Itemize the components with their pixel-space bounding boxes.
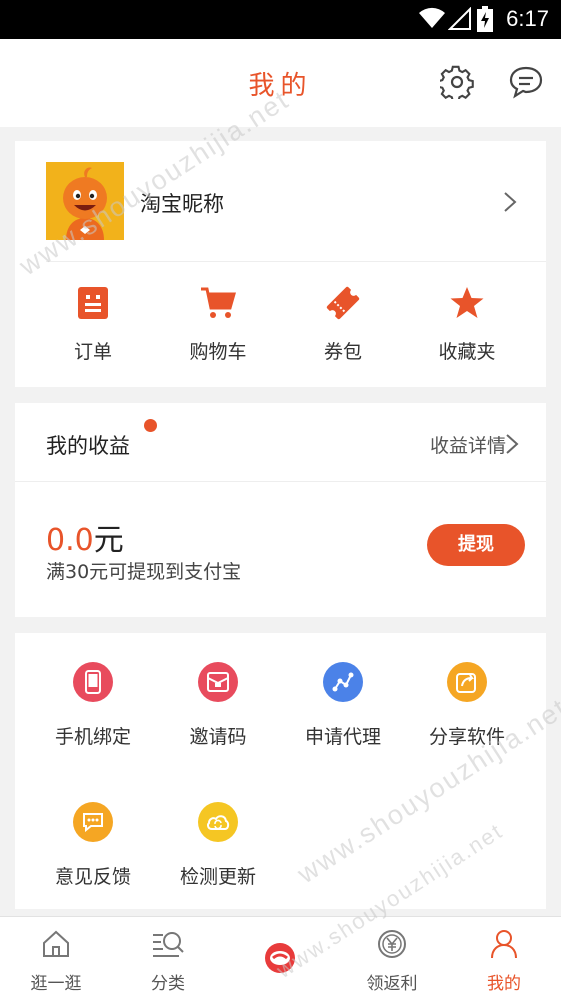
coupon-icon xyxy=(278,283,408,323)
tab-label: 分类 xyxy=(151,974,185,994)
tab-browse[interactable]: 逛一逛 xyxy=(0,917,112,999)
quick-link-label: 订单 xyxy=(73,341,112,363)
feedback-icon xyxy=(73,802,113,842)
tool-invite-code[interactable]: 邀请码 xyxy=(153,662,283,749)
earnings-card: 我的收益 收益详情 0.0元 满30元可提现到支付宝 提现 xyxy=(15,403,546,617)
earnings-amount-value: 0.0 xyxy=(46,523,94,558)
tool-label: 申请代理 xyxy=(304,726,381,748)
quick-link-label: 购物车 xyxy=(189,341,247,363)
earnings-detail-link[interactable]: 收益详情 xyxy=(430,431,506,458)
tool-label: 检测更新 xyxy=(179,866,256,888)
status-bar: 6:17 xyxy=(0,0,561,39)
battery-charging-icon xyxy=(477,6,493,36)
tools-card: 手机绑定 邀请码 申请代理 分享软件 意见反馈 检测更新 xyxy=(15,633,546,909)
divider xyxy=(15,481,546,482)
tool-label: 意见反馈 xyxy=(54,866,131,888)
gear-icon[interactable] xyxy=(437,65,474,103)
home-icon xyxy=(0,929,112,959)
quick-link-orders[interactable]: 订单 xyxy=(28,283,158,364)
search-list-icon xyxy=(112,929,224,959)
order-icon xyxy=(28,283,158,323)
wifi-icon xyxy=(418,6,446,34)
chevron-right-icon[interactable] xyxy=(503,191,517,217)
tool-label: 分享软件 xyxy=(428,726,505,748)
user-icon xyxy=(448,929,560,959)
notification-dot xyxy=(144,419,157,432)
message-icon[interactable] xyxy=(508,65,544,103)
tab-label: 领返利 xyxy=(366,974,418,994)
quick-link-favorites[interactable]: 收藏夹 xyxy=(402,283,532,364)
network-icon xyxy=(323,662,363,702)
tool-check-update[interactable]: 检测更新 xyxy=(153,802,283,889)
withdraw-button[interactable]: 提现 xyxy=(427,524,525,566)
chevron-right-icon[interactable] xyxy=(505,433,519,459)
earnings-amount-unit: 元 xyxy=(93,523,124,558)
yen-coin-icon xyxy=(336,929,448,959)
tool-phone-binding[interactable]: 手机绑定 xyxy=(28,662,158,749)
tab-center[interactable] xyxy=(224,917,336,999)
quick-link-coupons[interactable]: 券包 xyxy=(278,283,408,364)
refresh-cloud-icon xyxy=(198,802,238,842)
cell-signal-icon xyxy=(447,6,472,35)
tool-share-app[interactable]: 分享软件 xyxy=(402,662,532,749)
tab-mine[interactable]: 我的 xyxy=(448,917,560,999)
envelope-icon xyxy=(198,662,238,702)
tool-label: 手机绑定 xyxy=(54,726,131,748)
share-icon xyxy=(447,662,487,702)
bottom-tab-bar: 逛一逛 分类 领返利 我的 xyxy=(0,916,561,999)
avatar[interactable] xyxy=(46,162,124,240)
status-time: 6:17 xyxy=(506,6,549,31)
tab-rebate[interactable]: 领返利 xyxy=(336,917,448,999)
page-title: 我的 xyxy=(248,71,313,101)
tab-label: 我的 xyxy=(487,974,521,994)
star-icon xyxy=(402,283,532,323)
nickname[interactable]: 淘宝昵称 xyxy=(140,188,224,218)
earnings-title: 我的收益 xyxy=(46,434,130,458)
tool-feedback[interactable]: 意见反馈 xyxy=(28,802,158,889)
phone-icon xyxy=(73,662,113,702)
profile-card: 淘宝昵称 订单 购物车 券包 收藏夹 xyxy=(15,141,546,387)
tab-category[interactable]: 分类 xyxy=(112,917,224,999)
earnings-amount: 0.0元 xyxy=(46,515,124,559)
quick-link-cart[interactable]: 购物车 xyxy=(153,283,283,364)
center-logo-icon xyxy=(224,941,336,973)
withdraw-note: 满30元可提现到支付宝 xyxy=(46,561,242,583)
page-header: 我的 xyxy=(0,39,561,127)
tool-apply-agent[interactable]: 申请代理 xyxy=(278,662,408,749)
tab-label: 逛一逛 xyxy=(30,974,82,994)
tool-label: 邀请码 xyxy=(189,726,247,748)
quick-link-label: 券包 xyxy=(323,341,362,363)
divider xyxy=(46,261,546,262)
cart-icon xyxy=(153,283,283,323)
quick-link-label: 收藏夹 xyxy=(438,341,496,363)
